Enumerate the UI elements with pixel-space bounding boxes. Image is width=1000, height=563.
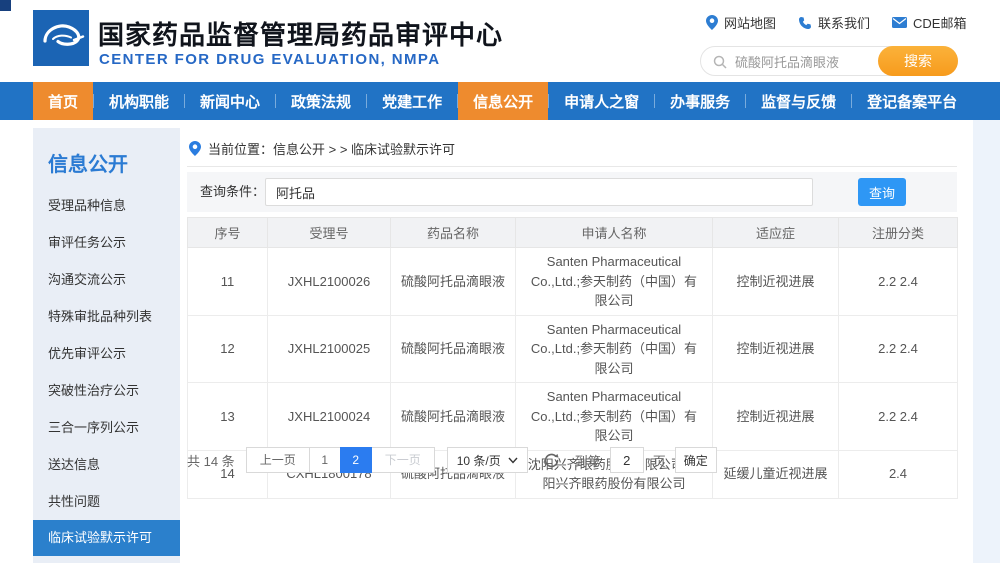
cell-drug-name: 硫酸阿托品滴眼液 [390, 382, 516, 451]
search-icon [713, 55, 727, 69]
col-header-drug-name: 药品名称 [390, 217, 516, 248]
sidebar-item-clinical-trial-implied-license[interactable]: 临床试验默示许可 [33, 520, 180, 556]
col-header-registration-class: 注册分类 [838, 217, 958, 248]
nav-item-party-building[interactable]: 党建工作 [367, 82, 457, 120]
sidebar-item-priority-review[interactable]: 优先审评公示 [33, 335, 180, 372]
cell-drug-name: 硫酸阿托品滴眼液 [390, 314, 516, 383]
sidebar-title: 信息公开 [48, 154, 128, 176]
page-title: 国家药品监督管理局药品审评中心 [98, 20, 504, 50]
site-search-button[interactable]: 搜索 [878, 46, 958, 76]
sidebar-item-three-in-one-sequence[interactable]: 三合一序列公示 [33, 409, 180, 446]
breadcrumb-text: 当前位置：信息公开 > > 临床试验默示许可 [208, 142, 456, 157]
cell-indication: 延缓儿童近视进展 [712, 449, 839, 499]
chevron-down-icon [508, 457, 518, 464]
corner-decoration [0, 0, 11, 11]
cell-registration-class: 2.4 [838, 449, 958, 499]
cell-registration-class: 2.2 2.4 [838, 382, 958, 451]
cell-applicant-name: Santen Pharmaceutical Co.,Ltd.;参天制药（中国）有… [515, 247, 713, 316]
cell-seq-no: 11 [187, 247, 268, 316]
page-2-button[interactable]: 2 [339, 447, 372, 473]
col-header-indication: 适应症 [712, 217, 839, 248]
page-subtitle: CENTER FOR DRUG EVALUATION, NMPA [99, 51, 441, 68]
cell-applicant-name: Santen Pharmaceutical Co.,Ltd.;参天制药（中国）有… [515, 314, 713, 383]
nav-item-information-disclosure[interactable]: 信息公开 [458, 82, 549, 120]
cell-seq-no: 12 [187, 314, 268, 383]
sidebar-item-special-approval-list[interactable]: 特殊审批品种列表 [33, 298, 180, 335]
cell-applicant-name: Santen Pharmaceutical Co.,Ltd.;参天制药（中国）有… [515, 382, 713, 451]
goto-page-unit: 页 [652, 453, 666, 469]
total-count-label: 共 14 条 [187, 453, 235, 469]
header-utility-links: 网站地图 联系我们 CDE邮箱 [706, 13, 966, 32]
cell-acceptance-no: JXHL2100025 [267, 314, 391, 383]
phone-icon [799, 16, 812, 29]
main-navigation: 首页 机构职能 新闻中心 政策法规 党建工作 信息公开 申请人之窗 办事服务 监… [0, 82, 1000, 120]
prev-page-button[interactable]: 上一页 [245, 447, 310, 473]
nav-item-functions[interactable]: 机构职能 [94, 82, 184, 120]
page-1-button[interactable]: 1 [308, 447, 341, 473]
cde-bird-logo-icon [33, 10, 89, 66]
breadcrumb-pin-icon [189, 141, 201, 156]
sidebar-item-communication[interactable]: 沟通交流公示 [33, 261, 180, 298]
cell-indication: 控制近视进展 [712, 247, 839, 316]
col-header-applicant-name: 申请人名称 [515, 217, 713, 248]
query-button[interactable]: 查询 [858, 178, 906, 206]
refresh-icon [544, 453, 559, 467]
next-page-button[interactable]: 下一页 [370, 447, 435, 473]
query-condition-input[interactable] [265, 178, 813, 206]
page-button-group: 上一页 1 2 下一页 [245, 447, 435, 473]
content-divider [187, 166, 957, 167]
site-search-input[interactable] [735, 48, 875, 74]
right-background-strip [973, 120, 1000, 563]
sidebar-item-review-tasks[interactable]: 审评任务公示 [33, 224, 180, 261]
nav-item-policies[interactable]: 政策法规 [276, 82, 366, 120]
goto-page-input[interactable] [609, 447, 644, 473]
page-size-value: 10 条/页 [456, 453, 501, 468]
cell-seq-no: 13 [187, 382, 268, 451]
nav-item-services[interactable]: 办事服务 [655, 82, 745, 120]
sidebar: 信息公开 受理品种信息 审评任务公示 沟通交流公示 特殊审批品种列表 优先审评公… [33, 128, 180, 563]
nav-item-supervision-feedback[interactable]: 监督与反馈 [746, 82, 851, 120]
page-size-select[interactable]: 10 条/页 [446, 447, 528, 473]
sitemap-link[interactable]: 网站地图 [706, 13, 776, 32]
sidebar-item-delivery-info[interactable]: 送达信息 [33, 446, 180, 483]
location-pin-icon [706, 15, 718, 30]
pagination-bar: 共 14 条 上一页 1 2 下一页 10 条/页 到第 页 确定 [187, 447, 717, 473]
query-condition-label: 查询条件： [200, 184, 266, 199]
cde-logo[interactable] [33, 10, 89, 66]
table-row: 12 JXHL2100025 硫酸阿托品滴眼液 Santen Pharmaceu… [187, 314, 958, 383]
sidebar-item-common-issues[interactable]: 共性问题 [33, 483, 180, 520]
nav-item-applicant-window[interactable]: 申请人之窗 [549, 82, 654, 120]
cde-mail-link-label: CDE邮箱 [913, 16, 967, 31]
cell-drug-name: 硫酸阿托品滴眼液 [390, 247, 516, 316]
query-bar: 查询条件： 查询 [187, 172, 957, 212]
cell-registration-class: 2.2 2.4 [838, 247, 958, 316]
breadcrumb: 当前位置：信息公开 > > 临床试验默示许可 [189, 139, 455, 158]
contact-us-link-label: 联系我们 [818, 16, 871, 31]
goto-page-label: 到第 [574, 453, 601, 469]
table-row: 11 JXHL2100026 硫酸阿托品滴眼液 Santen Pharmaceu… [187, 247, 958, 316]
sidebar-item-accepted-varieties[interactable]: 受理品种信息 [33, 187, 180, 224]
nav-item-news[interactable]: 新闻中心 [185, 82, 275, 120]
mail-icon [892, 17, 908, 28]
cde-website-page: 国家药品监督管理局药品审评中心 CENTER FOR DRUG EVALUATI… [0, 0, 1000, 563]
table-header-row: 序号 受理号 药品名称 申请人名称 适应症 注册分类 [187, 217, 958, 248]
contact-us-link[interactable]: 联系我们 [798, 13, 870, 32]
col-header-acceptance-no: 受理号 [267, 217, 391, 248]
sidebar-item-breakthrough-therapy[interactable]: 突破性治疗公示 [33, 372, 180, 409]
sitemap-link-label: 网站地图 [724, 16, 777, 31]
cde-mail-link[interactable]: CDE邮箱 [892, 13, 966, 32]
table-row: 13 JXHL2100024 硫酸阿托品滴眼液 Santen Pharmaceu… [187, 382, 958, 451]
refresh-button[interactable] [543, 452, 560, 469]
goto-confirm-button[interactable]: 确定 [674, 447, 717, 473]
nav-item-registration-platform[interactable]: 登记备案平台 [852, 82, 972, 120]
cell-registration-class: 2.2 2.4 [838, 314, 958, 383]
cell-indication: 控制近视进展 [712, 314, 839, 383]
cell-indication: 控制近视进展 [712, 382, 839, 451]
site-search-box: 搜索 [700, 46, 958, 76]
cell-acceptance-no: JXHL2100024 [267, 382, 391, 451]
nav-item-home[interactable]: 首页 [33, 82, 94, 120]
col-header-seq-no: 序号 [187, 217, 268, 248]
cell-acceptance-no: JXHL2100026 [267, 247, 391, 316]
